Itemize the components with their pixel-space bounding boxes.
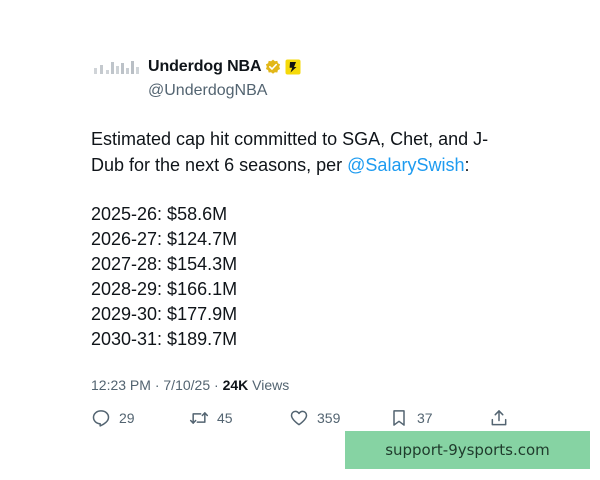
repost-icon (189, 412, 209, 424)
tweet-text-end: : (464, 155, 470, 175)
reply-count: 29 (119, 410, 135, 426)
repost-button[interactable]: 45 (189, 408, 233, 428)
season-line: 2026-27: $124.7M (91, 229, 238, 249)
bookmark-icon (393, 410, 405, 426)
views-label: Views (252, 377, 290, 393)
user-handle[interactable]: @UnderdogNBA (148, 82, 301, 100)
views-count[interactable]: 24K (223, 377, 249, 393)
verified-badge-icon[interactable] (265, 59, 281, 75)
like-count: 359 (317, 410, 341, 426)
watermark-banner: support-9ysports.com (345, 431, 590, 469)
display-name[interactable]: Underdog NBA (148, 58, 262, 76)
reply-button[interactable]: 29 (91, 408, 135, 428)
season-list: 2025-26: $58.6M 2026-27: $124.7M 2027-28… (91, 202, 237, 352)
avatar[interactable] (92, 56, 144, 78)
affiliate-logo-icon[interactable] (285, 59, 301, 75)
season-line: 2027-28: $154.3M (91, 254, 238, 274)
season-line: 2028-29: $166.1M (91, 279, 238, 299)
season-line: 2025-26: $58.6M (91, 204, 228, 224)
like-button[interactable]: 359 (289, 408, 340, 428)
reply-icon (92, 410, 110, 427)
tweet-text: Estimated cap hit committed to SGA, Chet… (91, 126, 511, 178)
bookmark-count: 37 (417, 410, 433, 426)
share-icon (491, 410, 507, 426)
share-button[interactable] (489, 408, 509, 428)
mention-link[interactable]: @SalarySwish (347, 155, 464, 175)
season-line: 2029-30: $177.9M (91, 304, 238, 324)
name-row: Underdog NBA (148, 58, 301, 76)
tweet-meta: 12:23 PM · 7/10/25 · 24K Views (91, 377, 289, 393)
tweet-header: Underdog NBA @UnderdogNBA (148, 58, 301, 100)
repost-count: 45 (217, 410, 233, 426)
tweet-date[interactable]: 7/10/25 (163, 377, 210, 393)
heart-icon (290, 410, 308, 426)
tweet-time[interactable]: 12:23 PM (91, 377, 151, 393)
bookmark-button[interactable]: 37 (389, 408, 433, 428)
meta-separator: · (214, 377, 223, 393)
season-line: 2030-31: $189.7M (91, 329, 238, 349)
